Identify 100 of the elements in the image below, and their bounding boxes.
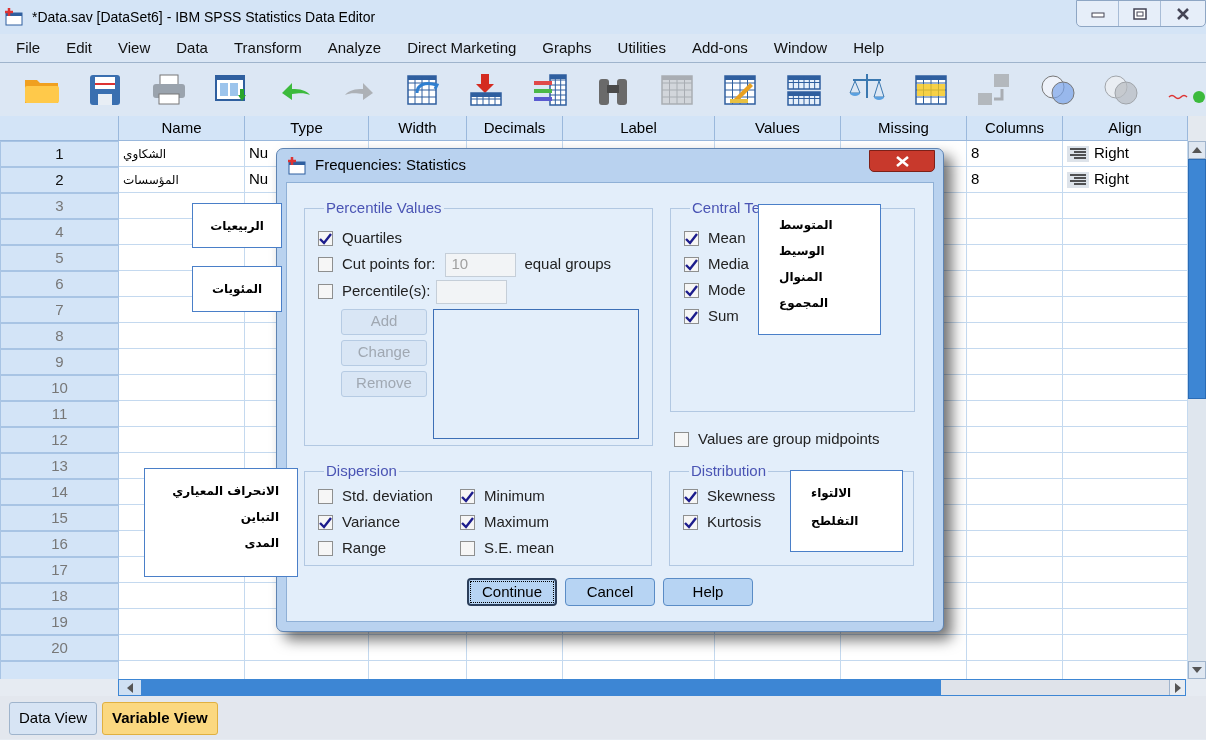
checkbox-label[interactable]: Cut points for:	[342, 253, 436, 276]
table-cell[interactable]	[967, 401, 1063, 427]
checkbox[interactable]	[684, 283, 699, 298]
row-header[interactable]: 12	[0, 427, 119, 453]
table-cell[interactable]: 8	[967, 141, 1063, 167]
table-cell[interactable]	[967, 453, 1063, 479]
down-arrow-icon[interactable]	[1192, 667, 1202, 673]
row-header[interactable]: 9	[0, 349, 119, 375]
dialog-button[interactable]: Help	[663, 578, 753, 606]
table-cell[interactable]	[967, 505, 1063, 531]
table-cell[interactable]	[715, 635, 841, 661]
menu-item[interactable]: Window	[760, 36, 841, 60]
checkbox[interactable]	[318, 284, 333, 299]
left-arrow-icon[interactable]	[127, 682, 133, 693]
column-header[interactable]: Name	[119, 116, 245, 141]
table-cell[interactable]	[563, 635, 715, 661]
table-cell[interactable]	[119, 349, 245, 375]
menu-item[interactable]: Edit	[53, 36, 106, 60]
checkbox[interactable]	[674, 431, 689, 447]
checkbox-label[interactable]: Variance	[342, 511, 401, 534]
column-header[interactable]: Columns	[967, 116, 1063, 141]
checkbox[interactable]	[318, 231, 333, 246]
checkbox[interactable]	[460, 541, 475, 556]
checkbox[interactable]	[460, 515, 475, 530]
table-cell[interactable]	[967, 609, 1063, 635]
view-tab[interactable]: Data View	[9, 702, 98, 735]
table-cell[interactable]	[119, 609, 245, 635]
table-cell[interactable]	[467, 635, 563, 661]
table-cell[interactable]	[119, 635, 245, 661]
table-cell[interactable]	[119, 375, 245, 401]
table-cell[interactable]	[967, 271, 1063, 297]
table-cell[interactable]	[967, 349, 1063, 375]
column-header[interactable]: Width	[369, 116, 467, 141]
checkbox[interactable]	[684, 231, 699, 246]
table-cell[interactable]: Right	[1063, 167, 1188, 193]
checkbox-label[interactable]: Mode	[708, 279, 746, 302]
checkbox-label[interactable]: Values are group midpoints	[698, 427, 880, 451]
row-header[interactable]: 5	[0, 245, 119, 271]
column-header[interactable]: Label	[563, 116, 715, 141]
row-header[interactable]: 15	[0, 505, 119, 531]
row-header[interactable]: 7	[0, 297, 119, 323]
menu-item[interactable]: Graphs	[529, 36, 605, 60]
table-cell[interactable]	[967, 323, 1063, 349]
checkbox-label[interactable]: Quartiles	[342, 227, 403, 250]
checkbox-label[interactable]: Sum	[708, 305, 739, 328]
row-header[interactable]: 13	[0, 453, 119, 479]
row-header[interactable]: 2	[0, 167, 119, 193]
menu-item[interactable]: Transform	[220, 36, 315, 60]
table-cell[interactable]	[967, 635, 1063, 661]
checkbox-label[interactable]: S.E. mean	[484, 537, 555, 560]
table-cell[interactable]	[967, 557, 1063, 583]
up-arrow-icon[interactable]	[1192, 147, 1202, 153]
view-tab[interactable]: Variable View	[102, 702, 218, 735]
table-cell[interactable]	[967, 427, 1063, 453]
checkbox-label[interactable]: Media	[708, 253, 749, 276]
table-cell[interactable]: المؤسسات	[119, 167, 245, 193]
column-header[interactable]: Align	[1063, 116, 1188, 141]
table-cell[interactable]: Right	[1063, 141, 1188, 167]
row-header[interactable]: 10	[0, 375, 119, 401]
checkbox[interactable]	[684, 257, 699, 272]
table-cell[interactable]	[245, 635, 369, 661]
checkbox-label[interactable]: Mean	[708, 227, 746, 250]
menu-item[interactable]: Direct Marketing	[394, 36, 530, 60]
checkbox-label[interactable]: Range	[342, 537, 387, 560]
table-cell[interactable]: 8	[967, 167, 1063, 193]
checkbox-label[interactable]: Maximum	[484, 511, 549, 534]
row-header[interactable]: 19	[0, 609, 119, 635]
table-cell[interactable]	[967, 479, 1063, 505]
row-header[interactable]: 18	[0, 583, 119, 609]
table-cell[interactable]	[841, 635, 967, 661]
checkbox[interactable]	[318, 515, 333, 530]
scrollbar-thumb[interactable]	[1188, 159, 1206, 399]
row-header[interactable]: 16	[0, 531, 119, 557]
corner-cell[interactable]	[0, 116, 119, 141]
checkbox[interactable]	[318, 541, 333, 556]
checkbox-label[interactable]: Skewness	[707, 485, 776, 508]
dialog-button[interactable]: Cancel	[565, 578, 655, 606]
checkbox-label[interactable]: Kurtosis	[707, 511, 762, 534]
row-header[interactable]: 14	[0, 479, 119, 505]
row-header[interactable]: 1	[0, 141, 119, 167]
right-arrow-icon[interactable]	[1174, 682, 1181, 693]
menu-item[interactable]: Data	[163, 36, 221, 60]
input-field[interactable]	[436, 279, 508, 304]
dialog-button[interactable]: Continue	[467, 578, 557, 606]
table-cell[interactable]	[967, 219, 1063, 245]
table-cell[interactable]: الشكاوي	[119, 141, 245, 167]
table-cell[interactable]	[967, 193, 1063, 219]
column-header[interactable]: Type	[245, 116, 369, 141]
table-cell[interactable]	[967, 297, 1063, 323]
row-header[interactable]: 6	[0, 271, 119, 297]
menu-item[interactable]: Utilities	[604, 36, 679, 60]
row-header[interactable]: 8	[0, 323, 119, 349]
column-header[interactable]: Missing	[841, 116, 967, 141]
table-cell[interactable]	[369, 635, 467, 661]
table-cell[interactable]	[967, 583, 1063, 609]
checkbox-label[interactable]: Percentile(s):	[342, 280, 431, 303]
table-cell[interactable]	[119, 427, 245, 453]
checkbox[interactable]	[683, 515, 698, 530]
close-button[interactable]	[869, 150, 935, 172]
checkbox-label[interactable]: Minimum	[484, 485, 545, 508]
